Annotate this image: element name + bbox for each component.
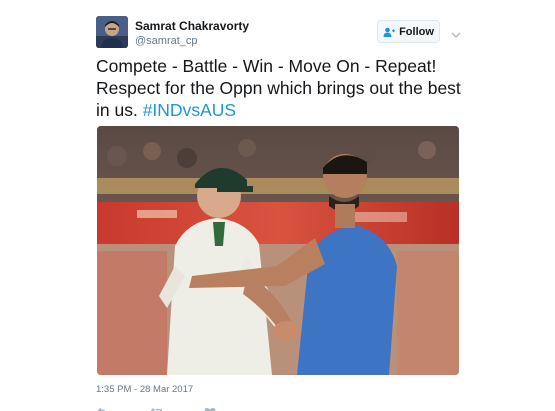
tweet-card: Samrat Chakravorty @samrat_cp Follow Com… [0, 0, 555, 411]
reply-icon[interactable] [96, 404, 108, 411]
chevron-down-icon[interactable] [451, 26, 461, 38]
tweet-actions [96, 404, 296, 411]
heart-icon[interactable] [204, 404, 216, 411]
avatar[interactable] [96, 16, 128, 48]
follow-button[interactable]: Follow [377, 20, 440, 43]
add-user-icon [383, 27, 396, 37]
tweet-text: Compete - Battle - Win - Move On - Repea… [96, 55, 466, 121]
tweet-text-line-2: Respect for the Oppn which brings out th… [96, 78, 461, 98]
follow-button-label: Follow [399, 25, 434, 38]
tweet-photo[interactable] [97, 126, 459, 375]
tweet-text-line-3: in us. #INDvsAUS [96, 99, 466, 121]
author-display-name[interactable]: Samrat Chakravorty [135, 19, 249, 33]
hashtag-link[interactable]: #INDvsAUS [143, 100, 236, 120]
tweet-text-line-3-prefix: in us. [96, 100, 143, 120]
tweet-timestamp[interactable]: 1:35 PM - 28 Mar 2017 [96, 384, 193, 395]
tweet-author[interactable]: Samrat Chakravorty @samrat_cp [135, 19, 249, 48]
author-handle[interactable]: @samrat_cp [135, 35, 249, 48]
retweet-icon[interactable] [150, 404, 164, 411]
tweet-text-line-1: Compete - Battle - Win - Move On - Repea… [96, 56, 437, 76]
